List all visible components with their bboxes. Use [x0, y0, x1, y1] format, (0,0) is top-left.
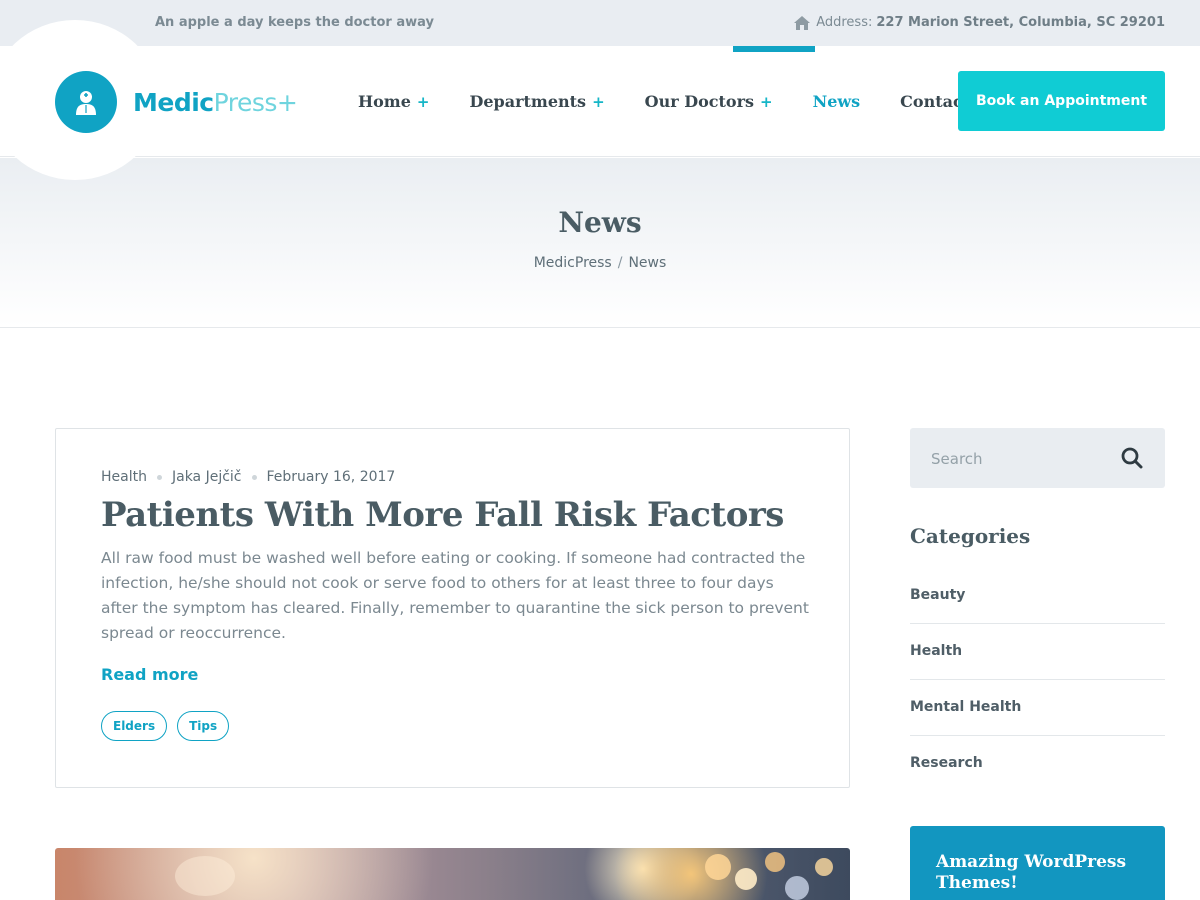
- address-label: Address:: [816, 15, 873, 30]
- breadcrumb-home[interactable]: MedicPress: [534, 255, 612, 271]
- search-input[interactable]: Search: [931, 450, 983, 468]
- page-title: News: [558, 206, 642, 239]
- address: Address: 227 Marion Street, Columbia, SC…: [794, 15, 1165, 30]
- nav-item-news[interactable]: News: [813, 92, 861, 111]
- nav-item-home[interactable]: Home +: [358, 92, 429, 111]
- categories-list: Beauty Health Mental Health Research: [910, 568, 1165, 792]
- tag-tips[interactable]: Tips: [177, 711, 230, 741]
- address-value: 227 Marion Street, Columbia, SC 29201: [876, 15, 1165, 30]
- nav-item-label: Departments: [469, 92, 587, 111]
- plus-icon[interactable]: +: [592, 93, 605, 111]
- logo[interactable]: MedicPress+: [55, 71, 298, 133]
- main-nav: Home + Departments + Our Doctors + News …: [358, 92, 1039, 111]
- bokeh-light: [705, 854, 731, 880]
- breadcrumb: MedicPress / News: [0, 255, 1200, 271]
- book-appointment-button[interactable]: Book an Appointment: [958, 71, 1165, 131]
- post-author[interactable]: Jaka Jejčič: [172, 469, 242, 485]
- post-excerpt: All raw food must be washed well before …: [101, 549, 809, 642]
- page-title-section: News MedicPress / News: [0, 158, 1200, 328]
- bokeh-light: [175, 856, 235, 896]
- breadcrumb-current: News: [628, 255, 667, 271]
- nav-item-label: News: [812, 92, 861, 111]
- post-category[interactable]: Health: [101, 469, 147, 485]
- nav-item-departments[interactable]: Departments +: [469, 92, 604, 111]
- bokeh-light: [815, 858, 833, 876]
- search-icon[interactable]: [1121, 447, 1143, 469]
- category-beauty[interactable]: Beauty: [910, 568, 1165, 624]
- post-tags: Elders Tips: [101, 711, 239, 741]
- promo-banner[interactable]: Amazing WordPress Themes!: [910, 826, 1165, 900]
- search-box[interactable]: Search: [910, 428, 1165, 488]
- bokeh-light: [765, 852, 785, 872]
- category-research[interactable]: Research: [910, 736, 1165, 792]
- post-featured-image[interactable]: [55, 848, 850, 900]
- home-icon: [794, 15, 811, 30]
- category-health[interactable]: Health: [910, 624, 1165, 680]
- bokeh-light: [735, 868, 757, 890]
- post-title[interactable]: Patients With More Fall Risk Factors: [101, 495, 784, 535]
- tag-elders[interactable]: Elders: [101, 711, 168, 741]
- post-card: Health Jaka Jejčič February 16, 2017 Pat…: [55, 428, 850, 788]
- top-bar: An apple a day keeps the doctor away Add…: [0, 0, 1200, 46]
- logo-text: MedicPress+: [133, 87, 298, 117]
- nav-active-indicator: [733, 46, 815, 52]
- promo-text: Amazing WordPress Themes!: [936, 852, 1127, 893]
- plus-icon[interactable]: +: [760, 93, 773, 111]
- tagline: An apple a day keeps the doctor away: [155, 15, 434, 30]
- logo-icon: [55, 71, 117, 133]
- logo-brand-light: Press+: [213, 87, 298, 117]
- nav-item-label: Home: [358, 92, 411, 111]
- plus-icon[interactable]: +: [417, 93, 430, 111]
- category-mental-health[interactable]: Mental Health: [910, 680, 1165, 736]
- read-more-link[interactable]: Read more: [101, 665, 198, 684]
- categories-title: Categories: [910, 524, 1031, 548]
- bokeh-light: [785, 876, 809, 900]
- nav-item-label: Our Doctors: [644, 92, 754, 111]
- nav-item-our-doctors[interactable]: Our Doctors +: [645, 92, 773, 111]
- post-meta: Health Jaka Jejčič February 16, 2017: [101, 469, 395, 485]
- logo-brand-main: Medic: [133, 87, 214, 117]
- meta-separator: [156, 474, 162, 480]
- breadcrumb-separator: /: [617, 255, 623, 271]
- post-date[interactable]: February 16, 2017: [267, 469, 396, 485]
- meta-separator: [251, 474, 257, 480]
